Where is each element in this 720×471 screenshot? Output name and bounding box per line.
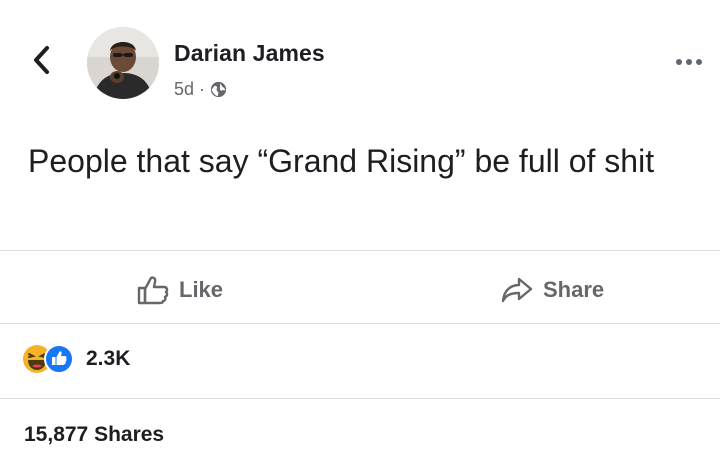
more-options-button[interactable] — [668, 52, 710, 72]
more-horizontal-icon — [696, 59, 702, 65]
more-horizontal-icon — [676, 59, 682, 65]
like-button[interactable]: Like — [137, 270, 223, 310]
divider — [0, 323, 720, 324]
author-name[interactable]: Darian James — [174, 40, 325, 67]
reactions-summary[interactable]: 2.3K — [22, 342, 130, 376]
back-button[interactable] — [28, 44, 56, 76]
like-label: Like — [179, 277, 224, 302]
like-reaction-icon — [44, 344, 74, 374]
post-meta: 5d · — [174, 79, 227, 100]
post-header: Darian James 5d · — [0, 0, 720, 110]
thumbs-up-outline-icon — [137, 276, 169, 305]
meta-separator: · — [199, 79, 206, 99]
divider — [0, 398, 720, 399]
share-label: Share — [543, 277, 605, 302]
share-button[interactable]: Share — [501, 270, 604, 310]
chevron-left-icon — [34, 46, 49, 74]
reaction-count: 2.3K — [86, 347, 131, 370]
shares-count[interactable]: 15,877 Shares — [24, 423, 164, 447]
post-time[interactable]: 5d — [174, 79, 194, 100]
divider — [0, 250, 720, 251]
avatar[interactable] — [87, 27, 159, 99]
globe-icon[interactable] — [210, 81, 227, 98]
post-text: People that say “Grand Rising” be full o… — [28, 143, 655, 179]
share-arrow-icon — [501, 277, 533, 303]
more-horizontal-icon — [686, 59, 692, 65]
reaction-icons — [22, 344, 78, 374]
